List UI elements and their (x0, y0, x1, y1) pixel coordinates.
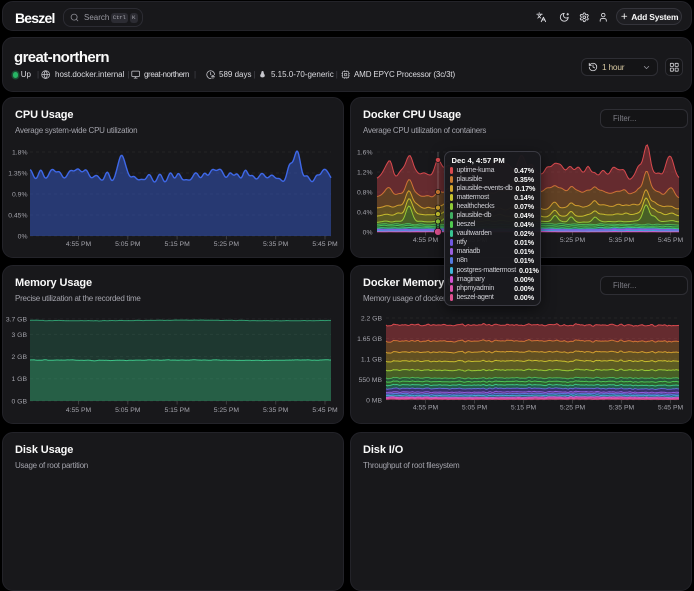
svg-text:1.8%: 1.8% (12, 149, 28, 156)
svg-text:5:25 PM: 5:25 PM (214, 407, 240, 414)
svg-text:1 GB: 1 GB (12, 376, 28, 383)
svg-text:0.9%: 0.9% (12, 191, 28, 198)
svg-text:5:35 PM: 5:35 PM (609, 405, 635, 412)
svg-text:5:05 PM: 5:05 PM (462, 405, 488, 412)
svg-text:5:45 PM: 5:45 PM (312, 241, 338, 248)
svg-text:5:25 PM: 5:25 PM (560, 237, 586, 244)
svg-text:5:15 PM: 5:15 PM (164, 407, 190, 414)
svg-text:0.45%: 0.45% (8, 212, 27, 219)
svg-text:1.35%: 1.35% (8, 170, 27, 177)
svg-text:1.65 GB: 1.65 GB (357, 336, 382, 343)
svg-text:1.1 GB: 1.1 GB (361, 356, 383, 363)
svg-text:4:55 PM: 4:55 PM (413, 237, 439, 244)
svg-text:2.2 GB: 2.2 GB (361, 315, 383, 322)
svg-text:0%: 0% (18, 233, 28, 240)
svg-text:4:55 PM: 4:55 PM (66, 241, 92, 248)
svg-text:0 MB: 0 MB (366, 397, 382, 404)
svg-text:0 GB: 0 GB (12, 398, 28, 405)
svg-text:3.7 GB: 3.7 GB (6, 317, 28, 324)
svg-text:5:45 PM: 5:45 PM (312, 407, 338, 414)
svg-text:0.8%: 0.8% (357, 189, 373, 196)
svg-text:5:25 PM: 5:25 PM (214, 241, 240, 248)
svg-text:550 MB: 550 MB (359, 377, 383, 384)
svg-text:0%: 0% (363, 229, 373, 236)
svg-text:4:55 PM: 4:55 PM (413, 405, 439, 412)
svg-text:5:15 PM: 5:15 PM (511, 405, 537, 412)
svg-text:5:05 PM: 5:05 PM (115, 407, 141, 414)
svg-text:5:25 PM: 5:25 PM (560, 405, 586, 412)
svg-text:5:45 PM: 5:45 PM (658, 405, 684, 412)
svg-text:5:15 PM: 5:15 PM (164, 241, 190, 248)
svg-text:5:35 PM: 5:35 PM (263, 407, 289, 414)
svg-text:5:45 PM: 5:45 PM (658, 237, 684, 244)
svg-text:2 GB: 2 GB (12, 354, 28, 361)
svg-text:5:35 PM: 5:35 PM (609, 237, 635, 244)
svg-text:5:05 PM: 5:05 PM (115, 241, 141, 248)
svg-text:1.2%: 1.2% (357, 169, 373, 176)
svg-text:5:35 PM: 5:35 PM (263, 241, 289, 248)
svg-text:1.6%: 1.6% (357, 149, 373, 156)
svg-text:4:55 PM: 4:55 PM (66, 407, 92, 414)
svg-text:3 GB: 3 GB (12, 332, 28, 339)
svg-text:0.4%: 0.4% (357, 209, 373, 216)
